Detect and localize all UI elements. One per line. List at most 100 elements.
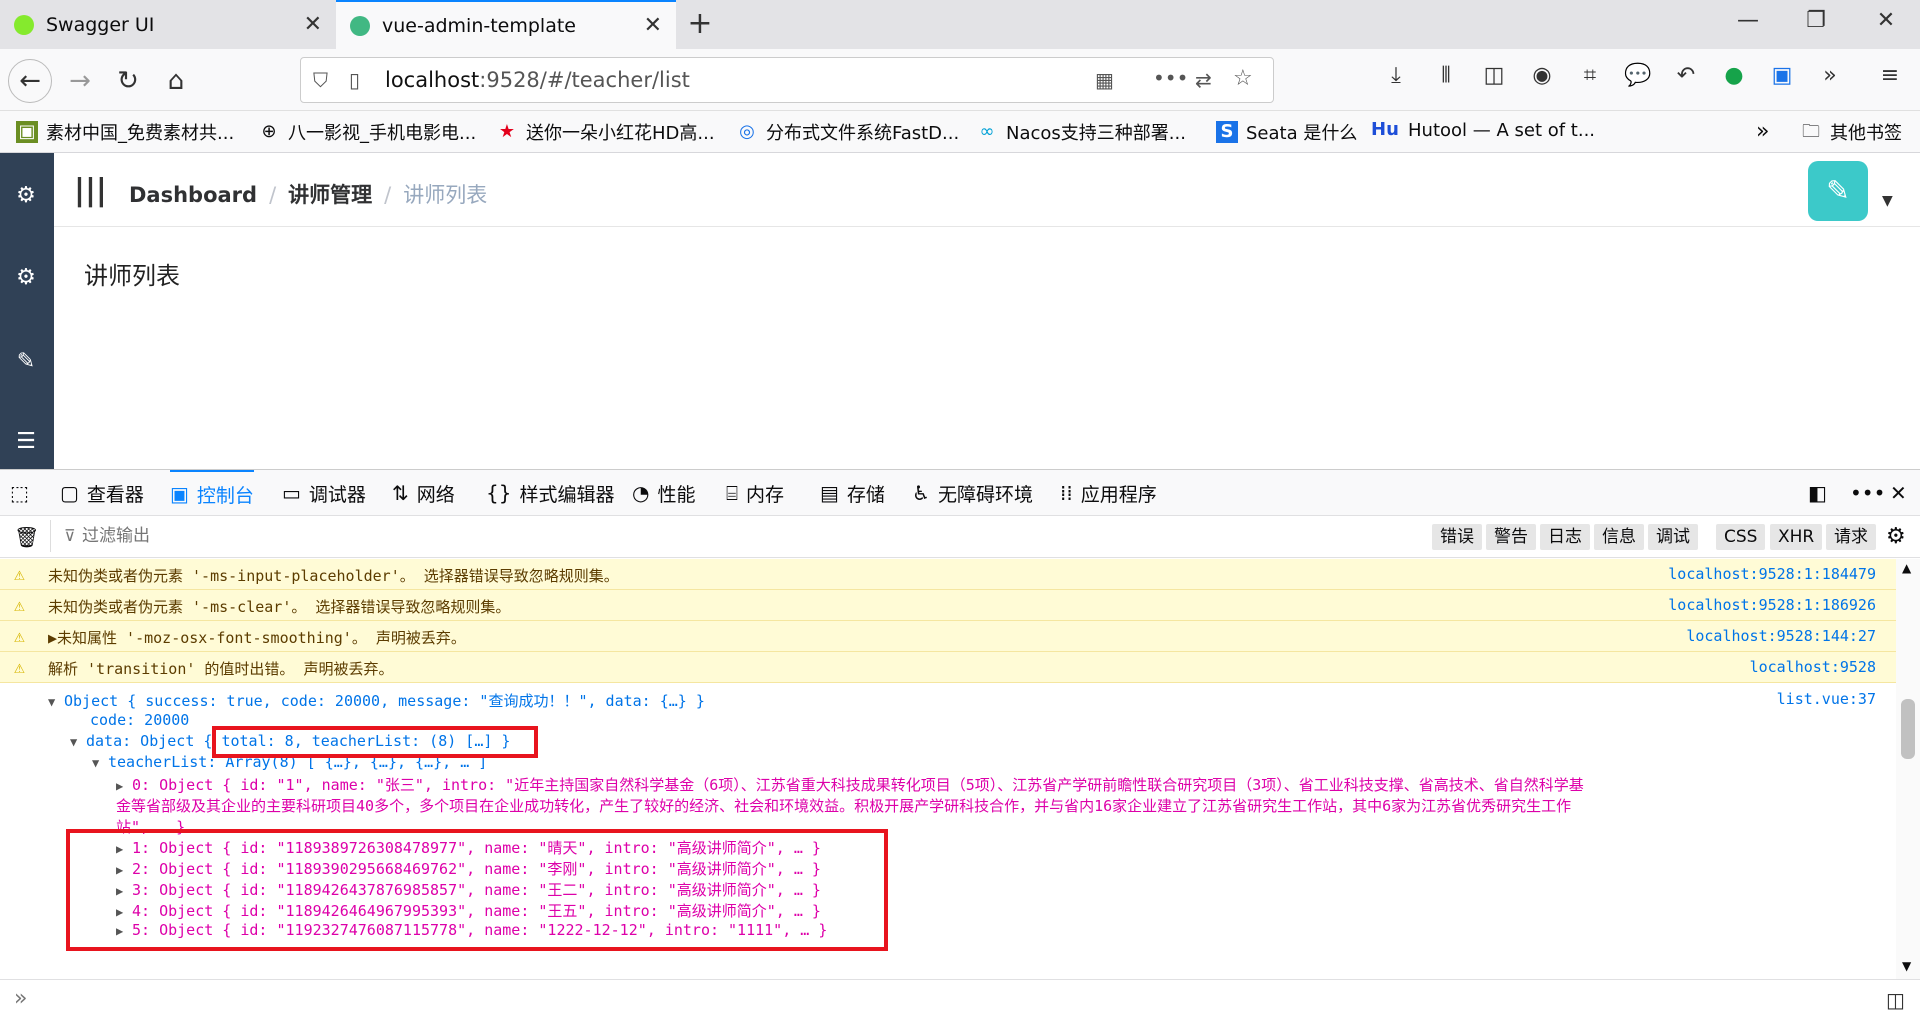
dashboard-icon[interactable]: ⚙ [12,183,40,211]
filter-warnings[interactable]: 警告 [1486,524,1536,550]
source-link[interactable]: localhost:9528:144:27 [1686,627,1876,645]
warning-icon: ⚠ [14,564,25,585]
console-scrollbar[interactable]: ▲ ▼ [1896,559,1920,979]
list-icon[interactable]: ☰ [12,429,40,457]
tab-inspector[interactable]: ▢ 查看器 [60,470,144,516]
tab-vue-admin-template[interactable]: vue-admin-template ✕ [336,0,676,49]
screenshot-icon[interactable]: ⌗ [1572,63,1608,88]
tab-memory[interactable]: ⌸ 内存 [726,470,784,516]
filter-logs[interactable]: 日志 [1540,524,1590,550]
source-link[interactable]: localhost:9528:1:184479 [1668,565,1876,583]
filter-css[interactable]: CSS [1716,524,1766,550]
tab-application[interactable]: ⁞⁞ 应用程序 [1060,470,1157,516]
new-tab-button[interactable]: + [680,6,720,41]
star-icon: ★ [498,121,516,142]
source-link[interactable]: localhost:9528:1:186926 [1668,596,1876,614]
sidebar-icon[interactable]: ◫ [1476,63,1512,88]
home-icon[interactable]: ⌂ [154,59,198,103]
log-item-0[interactable]: ▶ 0: Object { id: "1", name: "张三", intro:… [116,774,1584,795]
filter-errors[interactable]: 错误 [1432,524,1482,550]
translate-icon[interactable]: ⇄ [1195,68,1212,92]
scroll-up-icon[interactable]: ▲ [1902,561,1911,575]
hamburger-icon[interactable]: ||| [74,173,107,208]
trash-icon[interactable]: 🗑 [14,525,39,549]
scroll-down-icon[interactable]: ▼ [1902,959,1911,973]
bookmarks-bar: ▣ 素材中国_免费素材共... ⊕ 八一影视_手机电影电... ★ 送你一朵小红花HD… [0,111,1920,153]
devtools-panel: ⬚ ▢ 查看器 ▣ 控制台 ▭ 调试器 ⇅ 网络 {} 样式编辑器 ◔ 性能 ⌸ 内存 ▤ 存储… [0,469,1920,1021]
breadcrumb-dashboard[interactable]: Dashboard [129,183,257,207]
bookmark-item[interactable]: ⊕ 八一影视_手机电影电... [258,119,476,145]
teacher-menu-icon[interactable]: ⚙ [12,265,40,293]
bookmark-item[interactable]: ★ 送你一朵小红花HD高... [496,119,715,145]
comment-icon[interactable]: 💬 [1620,63,1656,88]
tab-swagger-ui[interactable]: Swagger UI ✕ [0,0,336,49]
tab-storage[interactable]: ▤ 存储 [820,470,885,516]
settings-gear-icon[interactable]: ⚙ [1886,524,1906,549]
grammarly-icon[interactable]: ● [1716,63,1752,88]
split-editor-icon[interactable]: ◫ [1886,988,1905,1012]
bookmark-item[interactable]: S Seata 是什么 [1216,119,1357,145]
filter-input[interactable] [82,522,682,550]
bookmark-item[interactable]: ∞ Nacos支持三种部署... [976,119,1186,145]
devtools-close-icon[interactable]: ✕ [1890,470,1915,516]
breadcrumb-teacher-manage[interactable]: 讲师管理 [288,183,372,207]
menu-icon[interactable]: ≡ [1872,63,1908,88]
qr-code-icon[interactable]: ▦ [1095,68,1114,92]
minimize-icon[interactable]: — [1718,8,1778,33]
tab-performance[interactable]: ◔ 性能 [632,470,695,516]
warning-icon: ⚠ [14,657,25,678]
braces-icon: {} [486,481,512,505]
element-picker-icon[interactable]: ⬚ [10,470,37,516]
caret-down-icon[interactable]: ▼ [1882,193,1893,209]
application-icon: ⁞⁞ [1060,481,1073,505]
library-icon[interactable]: ⫴ [1428,63,1464,88]
console-filter-bar: 🗑 ⊽ 错误 警告 日志 信息 调试 CSS XHR 请求 ⚙ [0,516,1920,558]
tab-debugger[interactable]: ▭ 调试器 [282,470,366,516]
close-icon[interactable]: ✕ [644,13,662,38]
close-icon[interactable]: ✕ [304,12,322,37]
filter-xhr[interactable]: XHR [1770,524,1823,550]
restore-icon[interactable]: ❐ [1786,8,1846,33]
avatar[interactable]: ✎ [1808,161,1868,221]
window-close-icon[interactable]: ✕ [1856,8,1916,33]
filter-requests[interactable]: 请求 [1826,524,1876,550]
bookmark-item[interactable]: ◎ 分布式文件系统FastD... [736,119,959,145]
back-icon[interactable]: ← [8,59,52,103]
shield-icon[interactable]: ⛉ [313,68,328,92]
divider [50,520,51,552]
undo-icon[interactable]: ↶ [1668,63,1704,88]
filter-debug[interactable]: 调试 [1648,524,1698,550]
url-bar[interactable]: ⛉ ▯ localhost:9528/#/teacher/list ▦ ••• … [300,57,1274,103]
bookmark-item[interactable]: Hu Hutool — A set of t... [1370,119,1595,141]
responsive-icon[interactable]: ◧ [1808,470,1835,516]
memory-icon: ⌸ [726,481,738,505]
tab-network[interactable]: ⇅ 网络 [392,470,455,516]
devtools-more-icon[interactable]: ••• [1850,470,1893,516]
filter-info[interactable]: 信息 [1594,524,1644,550]
forward-icon[interactable]: → [58,59,102,103]
bookmark-star-icon[interactable]: ☆ [1233,66,1253,91]
console-input[interactable]: » ◫ [0,979,1920,1021]
scrollbar-thumb[interactable] [1901,699,1915,759]
source-link[interactable]: localhost:9528 [1750,658,1876,676]
url-text[interactable]: localhost:9528/#/teacher/list [385,68,690,92]
more-icon[interactable]: ••• [1153,66,1188,90]
bookmarks-overflow-icon[interactable]: » [1756,119,1769,144]
form-icon[interactable]: ✎ [12,349,40,377]
source-link[interactable]: list.vue:37 [1777,690,1876,708]
globe-icon: ⊕ [261,121,277,142]
overflow-icon[interactable]: » [1812,63,1848,88]
account-icon[interactable]: ◉ [1524,63,1560,88]
storage-icon: ▤ [820,481,839,505]
other-bookmarks[interactable]: 🗀 其他书签 [1800,119,1902,145]
tab-style-editor[interactable]: {} 样式编辑器 [486,470,614,516]
browser-tab-bar: Swagger UI ✕ vue-admin-template ✕ + — ❐ … [0,0,1920,49]
download-icon[interactable]: ⤓ [1378,63,1414,88]
reload-icon[interactable]: ↻ [106,59,150,103]
tab-accessibility[interactable]: ♿ 无障碍环境 [912,470,1033,516]
tab-console[interactable]: ▣ 控制台 [170,470,254,516]
console-warning[interactable]: ⚠ ▶未知属性 '-moz-osx-font-smoothing'。 声明被丢弃… [0,621,1896,652]
google-translate-icon[interactable]: ▣ [1764,63,1800,88]
bookmark-item[interactable]: ▣ 素材中国_免费素材共... [16,119,234,145]
log-root-object[interactable]: ▼ Object { success: true, code: 20000, me… [48,690,705,711]
